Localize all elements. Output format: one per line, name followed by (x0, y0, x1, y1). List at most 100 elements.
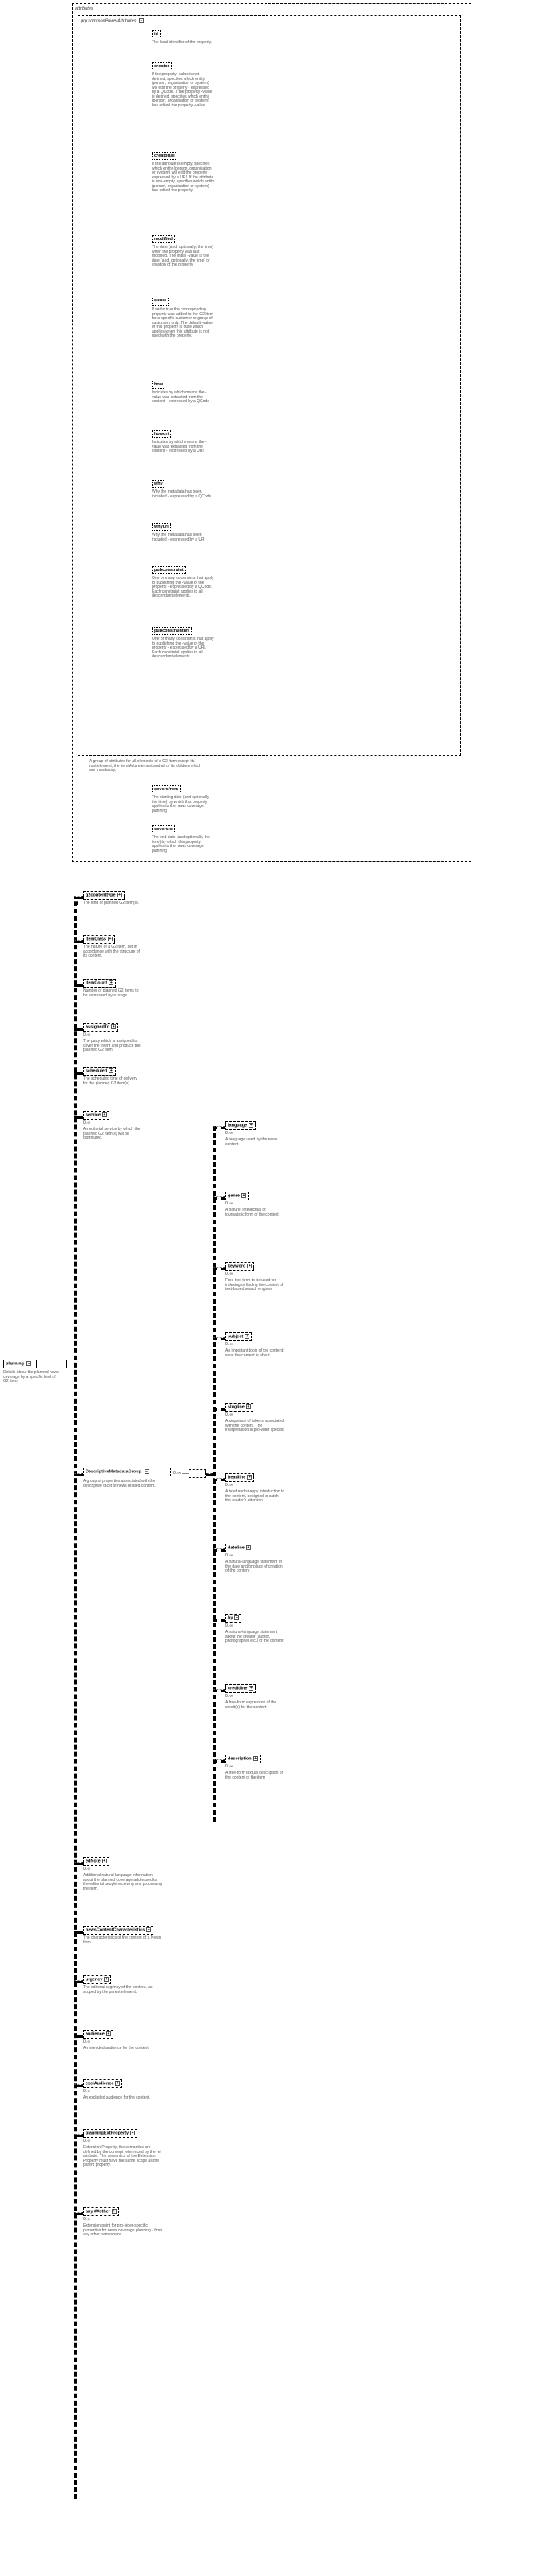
dmg-element-slugline: slugline+ (225, 1403, 253, 1412)
cpa-attr-whyuri: whyuri (152, 523, 171, 531)
cpa-attr-desc: One or many constraints that apply to pu… (152, 637, 214, 660)
expand-icon[interactable]: + (109, 980, 113, 985)
occurrence: 0..∞ (225, 1624, 233, 1629)
dmg-occ: 0..∞ (173, 1472, 181, 1476)
dmg-element-by: by+ (225, 1614, 241, 1623)
cpa-attr-desc: The date (and, optionally, the time) whe… (152, 246, 214, 268)
expand-icon[interactable]: + (247, 1475, 252, 1480)
element-assignedTo: assignedTo+ (83, 1023, 118, 1032)
expand-icon[interactable]: + (115, 2081, 120, 2086)
element-audience: audience+ (83, 2030, 113, 2039)
expand-icon[interactable]: + (117, 893, 122, 897)
expand-icon[interactable]: + (241, 1193, 246, 1198)
element-desc: A natural-language statement of the date… (225, 1560, 285, 1574)
expand-icon[interactable]: + (247, 1264, 252, 1268)
cpa-attr-*******: ******* (152, 298, 169, 306)
cpa-attr-desc: The local identifier of the property. (152, 41, 214, 46)
dmg-group: DescriptiveMetadataGroup − (83, 1468, 171, 1476)
expand-icon[interactable]: + (102, 1859, 107, 1863)
element-desc: The nature of a G2 item, set in accordan… (83, 945, 143, 959)
attributes-label: attributes (75, 6, 93, 11)
expand-icon[interactable]: + (246, 1404, 251, 1409)
cpa-attr-pubconstrainturi: pubconstrainturi (152, 627, 192, 635)
dmg-label: DescriptiveMetadataGroup (86, 1469, 141, 1474)
occurrence: 0..∞ (83, 2090, 90, 2095)
cpa-attr-modified: modified (152, 235, 175, 243)
occurrence: 0..∞ (225, 1484, 233, 1488)
occurrence: 0..∞ (225, 1695, 233, 1699)
root-node: planning − (3, 1360, 37, 1368)
element-planningExtProperty: planningExtProperty+ (83, 2129, 137, 2138)
cpa-attr-desc: If the attribute is empty, specifies whi… (152, 162, 214, 194)
expand-icon[interactable]: + (109, 1068, 113, 1073)
element-desc: The editorial urgency of the content, as… (83, 1986, 163, 1995)
element-desc: The characteristics of the content of a … (83, 1936, 163, 1945)
root-desc: Details about the planned news coverage … (3, 1371, 61, 1384)
element-desc: Free-text term to be used for indexing o… (225, 1279, 285, 1292)
attr-desc: The starting date (and optionally, the t… (152, 796, 212, 813)
expand-icon[interactable]: + (249, 1123, 253, 1128)
element-desc: Extension Property; the semantics are de… (83, 2146, 163, 2168)
dmg-element-description: description+ (225, 1755, 261, 1763)
dmg-element-language: language+ (225, 1121, 256, 1130)
cpa-group-box: grp:commonPowerAttributes − (78, 15, 461, 756)
element-desc: A language used by the news content (225, 1138, 285, 1147)
collapse-icon[interactable]: − (139, 18, 144, 23)
cpa-attr-desc: If set to true the corresponding propert… (152, 308, 214, 339)
cpa-group-desc: A group of attributes for all elements o… (89, 760, 201, 773)
expand-icon[interactable]: + (108, 937, 113, 941)
expand-icon[interactable]: + (111, 1024, 116, 1029)
dmg-element-dateline: dateline+ (225, 1544, 253, 1552)
dmg-element-headline: headline+ (225, 1473, 254, 1482)
cpa-attr-desc: One or many constraints that apply to pu… (152, 577, 214, 599)
occurrence: 0..∞ (225, 1272, 233, 1277)
collapse-icon[interactable]: − (145, 1469, 149, 1474)
occurrence: 0..∞ (225, 1413, 233, 1418)
attr-coversto: coversto (152, 825, 175, 833)
expand-icon[interactable]: + (234, 1615, 239, 1620)
cpa-attr-desc: Indicates by which means the -value was … (152, 391, 214, 405)
element-any---other: any ##other+ (83, 2207, 119, 2216)
element-urgency: urgency+ (83, 1975, 111, 1984)
element-desc: A free-form textual description of the c… (225, 1771, 285, 1780)
expand-icon[interactable]: + (249, 1686, 253, 1691)
occurrence: 0..∞ (83, 2218, 90, 2223)
expand-icon[interactable]: + (104, 1977, 109, 1982)
cpa-attr-creatoruri: creatoruri (152, 152, 177, 160)
element-desc: An intended audience for the content. (83, 2047, 163, 2051)
expand-icon[interactable]: + (146, 1927, 151, 1932)
element-desc: Number of planned G2 items to be express… (83, 989, 143, 998)
dmg-seq (189, 1469, 206, 1478)
element-desc: A free-form expression of the credit(s) … (225, 1701, 285, 1710)
element-desc: An excluded audience for the content. (83, 2096, 163, 2101)
occurrence: 0..∞ (83, 1867, 90, 1872)
cpa-attr-why: why (152, 480, 165, 488)
dmg-element-subject: subject+ (225, 1332, 252, 1341)
occurrence: 0..∞ (225, 1554, 233, 1559)
expand-icon[interactable]: + (102, 1112, 107, 1117)
cpa-attr-desc: If the property -value is not defined, s… (152, 73, 214, 108)
cpa-attr-desc: Indicates by which means the -value was … (152, 441, 214, 454)
element-desc: Additional natural language information … (83, 1874, 163, 1891)
attr-desc: The end date (and optionally, the time) … (152, 836, 212, 853)
expand-icon[interactable]: + (253, 1756, 258, 1761)
element-exclAudience: exclAudience+ (83, 2079, 122, 2088)
cpa-attr-desc: Why the metadata has been included - exp… (152, 490, 214, 499)
element-desc: A nature, intellectual or journalistic f… (225, 1208, 285, 1217)
expand-icon[interactable]: + (112, 2209, 117, 2214)
cpa-attr-desc: Why the metadata has been included - exp… (152, 533, 214, 542)
collapse-icon[interactable]: − (26, 1361, 31, 1366)
expand-icon[interactable]: + (246, 1545, 251, 1550)
attr-coversfrom: coversfrom (152, 785, 181, 793)
element-service: service+ (83, 1111, 109, 1120)
expand-icon[interactable]: + (106, 2031, 111, 2036)
element-desc: An important topic of the content; what … (225, 1349, 285, 1358)
occurrence: 0..∞ (83, 1121, 90, 1126)
element-desc: The scheduled time of delivery for the p… (83, 1077, 143, 1086)
expand-icon[interactable]: + (245, 1334, 249, 1339)
element-desc: Extension point for pro-vider-specific p… (83, 2224, 163, 2238)
cpa-attr-howuri: howuri (152, 430, 171, 438)
expand-icon[interactable]: + (130, 2131, 135, 2135)
element-desc: The kind of planned G2 item(s). (83, 901, 143, 906)
element-scheduled: scheduled+ (83, 1067, 116, 1076)
